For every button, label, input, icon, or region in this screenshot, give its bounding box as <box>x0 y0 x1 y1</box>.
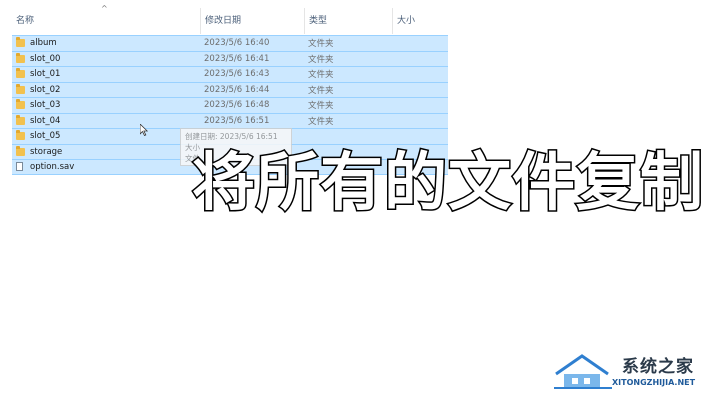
folder-icon <box>16 114 25 125</box>
folder-icon <box>16 99 25 110</box>
file-date: 2023/5/6 16:40 <box>204 38 270 49</box>
file-row-slot-00[interactable]: slot_00 2023/5/6 16:41 文件夹 <box>12 50 448 66</box>
watermark-logo: 系统之家 XITONGZHIJIA.NET <box>552 348 708 392</box>
file-row-slot-02[interactable]: slot_02 2023/5/6 16:44 文件夹 <box>12 81 448 97</box>
file-name: slot_00 <box>30 53 61 64</box>
folder-icon <box>16 52 25 63</box>
folder-icon <box>16 130 25 141</box>
file-row-slot-01[interactable]: slot_01 2023/5/6 16:43 文件夹 <box>12 66 448 82</box>
folder-icon <box>16 37 25 48</box>
file-name: option.sav <box>30 161 75 172</box>
sort-up-icon: ^ <box>101 4 108 13</box>
watermark-title: 系统之家 <box>622 357 694 377</box>
file-name: slot_05 <box>30 131 61 142</box>
video-caption: 将所有的文件复制 <box>191 145 705 221</box>
watermark-url: XITONGZHIJIA.NET <box>612 378 696 387</box>
file-icon <box>16 162 23 172</box>
file-type: 文件夹 <box>308 85 334 96</box>
file-type: 文件夹 <box>308 116 334 127</box>
file-row-album[interactable]: album 2023/5/6 16:40 文件夹 <box>12 35 448 51</box>
file-date: 2023/5/6 16:44 <box>204 84 270 95</box>
file-type: 文件夹 <box>308 70 334 81</box>
mouse-cursor-icon <box>140 124 148 136</box>
file-date: 2023/5/6 16:41 <box>204 53 270 64</box>
column-header-size[interactable]: 大小 <box>392 8 450 34</box>
file-type: 文件夹 <box>308 39 334 50</box>
column-header-bar: 名称 ^ 修改日期 类型 大小 <box>0 4 450 34</box>
folder-icon <box>16 83 25 94</box>
folder-icon <box>16 68 25 79</box>
file-name: album <box>30 38 57 49</box>
file-name: storage <box>30 146 63 157</box>
file-type: 文件夹 <box>308 54 334 65</box>
folder-icon <box>16 145 25 156</box>
file-type: 文件夹 <box>308 101 334 112</box>
house-logo-icon <box>554 354 612 389</box>
file-date: 2023/5/6 16:48 <box>204 100 270 111</box>
file-name: slot_03 <box>30 100 61 111</box>
file-date: 2023/5/6 16:51 <box>204 115 270 126</box>
column-header-type[interactable]: 类型 <box>304 8 390 34</box>
file-row-slot-04[interactable]: slot_04 2023/5/6 16:51 文件夹 <box>12 112 448 128</box>
column-header-date[interactable]: 修改日期 <box>200 8 302 34</box>
file-name: slot_02 <box>30 84 61 95</box>
file-name: slot_04 <box>30 115 61 126</box>
file-name: slot_01 <box>30 69 61 80</box>
file-date: 2023/5/6 16:43 <box>204 69 270 80</box>
file-row-slot-03[interactable]: slot_03 2023/5/6 16:48 文件夹 <box>12 97 448 113</box>
